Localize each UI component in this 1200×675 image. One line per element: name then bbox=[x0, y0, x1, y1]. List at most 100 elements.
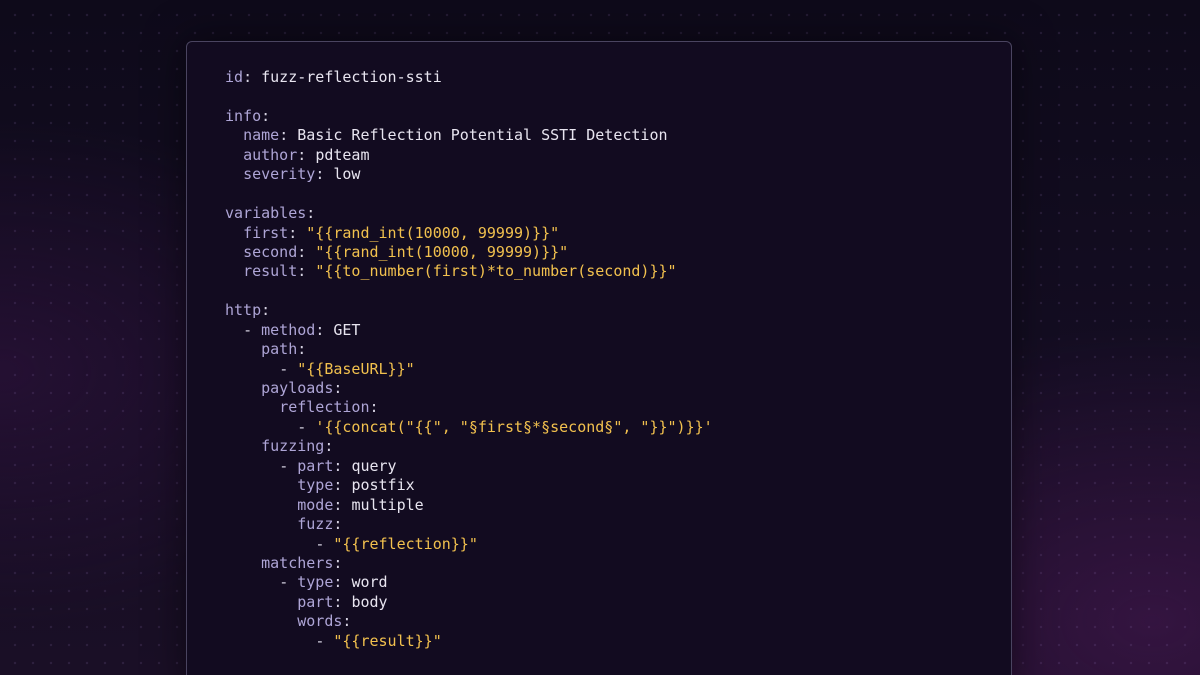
key-separator: : bbox=[342, 612, 352, 631]
key-separator: : bbox=[297, 242, 316, 261]
yaml-value: "{{reflection}}" bbox=[333, 534, 478, 553]
code-line: second: "{{rand_int(10000, 99999)}}" bbox=[225, 243, 713, 262]
yaml-value: low bbox=[333, 165, 361, 184]
yaml-key: severity bbox=[243, 165, 316, 184]
code-line: - method: GET bbox=[225, 321, 713, 340]
yaml-value: "{{rand_int(10000, 99999)}}" bbox=[315, 242, 569, 261]
code-line: - '{{concat("{{", "§first§*§second§", "}… bbox=[225, 417, 713, 437]
yaml-value: body bbox=[351, 592, 388, 611]
yaml-key: mode bbox=[297, 495, 334, 514]
key-separator: : bbox=[324, 437, 334, 456]
yaml-key: path bbox=[261, 340, 298, 359]
yaml-key: second bbox=[243, 242, 298, 261]
yaml-value: "{{to_number(first)*to_number(second)}}" bbox=[315, 262, 677, 281]
code-line: http: bbox=[225, 301, 713, 320]
key-separator: : bbox=[288, 223, 307, 242]
yaml-value: fuzz-reflection-ssti bbox=[261, 68, 442, 86]
code-line: variables: bbox=[225, 204, 713, 223]
code-line: reflection: bbox=[225, 398, 713, 417]
key-separator: : bbox=[243, 68, 262, 86]
yaml-key: variables bbox=[225, 204, 307, 223]
yaml-value: pdteam bbox=[315, 145, 370, 164]
yaml-key: http bbox=[225, 301, 262, 320]
list-marker: - bbox=[297, 417, 316, 436]
code-line: fuzz: bbox=[225, 515, 713, 534]
yaml-value: Basic Reflection Potential SSTI Detectio… bbox=[297, 126, 668, 145]
yaml-value: GET bbox=[333, 320, 361, 339]
yaml-key: method bbox=[261, 320, 316, 339]
code-line: - "{{result}}" bbox=[225, 632, 713, 651]
key-separator: : bbox=[333, 553, 343, 572]
yaml-value: "{{BaseURL}}" bbox=[297, 359, 415, 378]
yaml-value: word bbox=[351, 573, 388, 592]
list-marker: - bbox=[315, 631, 334, 650]
code-line: - part: query bbox=[225, 457, 713, 476]
list-marker: - bbox=[279, 456, 298, 475]
yaml-value: "{{rand_int(10000, 99999)}}" bbox=[306, 223, 560, 242]
key-separator: : bbox=[333, 495, 352, 514]
key-separator: : bbox=[297, 340, 307, 359]
code-line: payloads: bbox=[225, 379, 713, 398]
yaml-key: type bbox=[297, 476, 334, 495]
code-line: type: postfix bbox=[225, 476, 713, 495]
key-separator: : bbox=[333, 456, 352, 475]
code-line: info: bbox=[225, 107, 713, 126]
key-separator: : bbox=[333, 515, 343, 534]
yaml-key: first bbox=[243, 223, 289, 242]
code-line: - "{{reflection}}" bbox=[225, 535, 713, 554]
yaml-key: words bbox=[297, 612, 343, 631]
yaml-value: '{{concat("{{", "§first§*§second§", "}}"… bbox=[315, 417, 713, 436]
code-line: words: bbox=[225, 612, 713, 631]
code-line: path: bbox=[225, 340, 713, 359]
code-line: mode: multiple bbox=[225, 496, 713, 515]
code-window: id: fuzz-reflection-ssti info: name: Basi… bbox=[186, 41, 1012, 675]
code-line: author: pdteam bbox=[225, 146, 713, 165]
key-separator: : bbox=[297, 145, 316, 164]
key-separator: : bbox=[261, 301, 271, 320]
key-separator: : bbox=[333, 379, 343, 397]
code-line: result: "{{to_number(first)*to_number(se… bbox=[225, 262, 713, 281]
key-separator: : bbox=[306, 204, 316, 223]
yaml-key: matchers bbox=[261, 553, 334, 572]
yaml-key: id bbox=[225, 68, 244, 86]
yaml-key: fuzzing bbox=[261, 437, 325, 456]
yaml-key: reflection bbox=[279, 398, 370, 417]
list-marker: - bbox=[315, 534, 334, 553]
code-line: fuzzing: bbox=[225, 437, 713, 456]
yaml-key: name bbox=[243, 126, 280, 145]
code-line: - "{{BaseURL}}" bbox=[225, 360, 713, 379]
yaml-key: part bbox=[297, 592, 334, 611]
list-marker: - bbox=[243, 320, 262, 339]
code-line: name: Basic Reflection Potential SSTI De… bbox=[225, 126, 713, 145]
yaml-value: multiple bbox=[351, 495, 424, 514]
yaml-value: query bbox=[351, 456, 397, 475]
key-separator: : bbox=[297, 262, 316, 281]
key-separator: : bbox=[369, 398, 379, 417]
code-line: severity: low bbox=[225, 165, 713, 184]
key-separator: : bbox=[333, 592, 352, 611]
key-separator: : bbox=[315, 320, 334, 339]
yaml-key: fuzz bbox=[297, 515, 334, 534]
list-marker: - bbox=[279, 573, 298, 592]
yaml-key: result bbox=[243, 262, 298, 281]
code-line: matchers: bbox=[225, 554, 713, 573]
yaml-key: part bbox=[297, 456, 334, 475]
key-separator: : bbox=[261, 106, 271, 125]
